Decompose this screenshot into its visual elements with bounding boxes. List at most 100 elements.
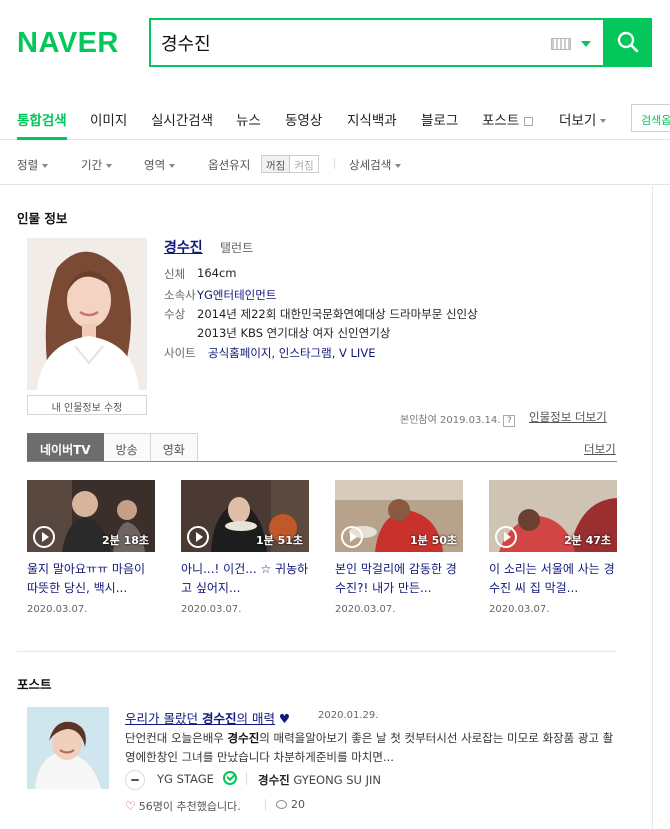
tab-post-label: 포스트 xyxy=(482,113,520,129)
video-date: 2020.03.07. xyxy=(181,604,242,615)
naver-logo[interactable]: NAVER xyxy=(17,27,119,60)
video-title[interactable]: 이 소리는 서울에 사는 경수진 씨 집 막걸... xyxy=(489,560,617,598)
tab-more[interactable]: 더보기 xyxy=(559,109,607,129)
video-thumbnail[interactable]: 2분 18초 xyxy=(27,480,155,552)
search-input[interactable] xyxy=(161,29,541,57)
sort-option[interactable]: 정렬 xyxy=(17,157,49,173)
comment-icon xyxy=(276,800,287,809)
video-thumbnail[interactable]: 1분 51초 xyxy=(181,480,309,552)
series-name-bold: 경수진 xyxy=(258,773,290,787)
info-label: 소속사 xyxy=(164,288,196,302)
snippet-prefix: 단언컨대 오늘은배우 xyxy=(125,731,228,745)
post-title-link[interactable]: 우리가 몰랐던 경수진의 매력 ♥ xyxy=(125,708,290,727)
heart-icon: ♡ xyxy=(125,799,136,813)
post-title-name: 경수진 xyxy=(201,711,237,726)
tab-video[interactable]: 동영상 xyxy=(285,109,322,129)
info-value: 2014년 제22회 대한민국문화연예대상 드라마부문 신인상 xyxy=(197,307,478,321)
info-row-awards: 수상 2014년 제22회 대한민국문화연예대상 드라마부문 신인상 xyxy=(164,306,478,322)
info-row-sites: 사이트 공식홈페이지, 인스타그램, V LIVE xyxy=(164,345,375,361)
toggle-off[interactable]: 꺼짐 xyxy=(262,156,291,172)
post-thumbnail[interactable] xyxy=(27,707,109,789)
keyboard-icon[interactable] xyxy=(551,38,571,50)
divider xyxy=(334,158,335,169)
detail-search-option[interactable]: 상세검색 xyxy=(349,157,402,173)
tab-blog[interactable]: 블로그 xyxy=(421,109,458,129)
comment-count[interactable]: 20 xyxy=(276,798,305,811)
search-tabs: 통합검색 이미지 실시간검색 뉴스 동영상 지식백과 블로그 포스트 더보기 xyxy=(0,96,670,140)
search-icon xyxy=(617,31,639,53)
sort-label: 정렬 xyxy=(17,158,39,172)
chevron-down-icon xyxy=(395,163,402,168)
info-label: 사이트 xyxy=(164,346,196,360)
video-duration: 1분 51초 xyxy=(255,534,303,547)
video-thumbnail[interactable]: 2분 47초 xyxy=(489,480,617,552)
media-more-link[interactable]: 더보기 xyxy=(584,441,616,457)
video-title[interactable]: 울지 말아요ㅠㅠ 마음이 따뜻한 당신, 백시... xyxy=(27,560,155,598)
video-thumbnail[interactable]: 1분 50초 xyxy=(335,480,463,552)
video-card[interactable]: 2분 18초 울지 말아요ㅠㅠ 마음이 따뜻한 당신, 백시... 2020.0… xyxy=(27,480,155,615)
period-option[interactable]: 기간 xyxy=(81,157,113,173)
person-name-link[interactable]: 경수진 xyxy=(164,237,203,257)
person-info-more-link[interactable]: 인물정보 더보기 xyxy=(529,409,607,425)
play-icon xyxy=(341,526,363,548)
video-card[interactable]: 2분 47초 이 소리는 서울에 사는 경수진 씨 집 막걸... 2020.0… xyxy=(489,480,617,615)
info-label xyxy=(164,325,197,341)
post-title-prefix: 우리가 몰랐던 xyxy=(125,711,202,726)
tab-post[interactable]: 포스트 xyxy=(482,109,534,129)
help-icon[interactable]: ? xyxy=(503,415,516,427)
tab-images[interactable]: 이미지 xyxy=(90,109,127,129)
keep-options-label: 옵션유지 xyxy=(208,158,251,172)
play-icon xyxy=(187,526,209,548)
section-divider xyxy=(17,651,617,652)
info-value: 2013년 KBS 연기대상 여자 신인연기상 xyxy=(197,326,391,340)
author-avatar[interactable] xyxy=(125,770,145,790)
area-option[interactable]: 영역 xyxy=(144,157,176,173)
author-name[interactable]: YG STAGE xyxy=(157,772,214,786)
video-card[interactable]: 1분 50초 본인 막걸리에 감동한 경수진?! 내가 만든... 2020.0… xyxy=(335,480,463,615)
person-occupation: 탤런트 xyxy=(220,241,254,255)
divider xyxy=(265,799,266,811)
video-title[interactable]: 본인 막걸리에 감동한 경수진?! 내가 만든... xyxy=(335,560,463,598)
post-image xyxy=(27,707,109,789)
like-count[interactable]: ♡ 56명이 추천했습니다. xyxy=(125,798,241,814)
post-section-title: 포스트 xyxy=(17,677,52,692)
video-card[interactable]: 1분 51초 아니...! 이건... ☆ 귀농하고 싶어지... 2020.0… xyxy=(181,480,309,615)
search-box xyxy=(149,18,605,67)
search-button[interactable] xyxy=(604,18,652,67)
comments-text: 20 xyxy=(291,798,305,811)
keep-options-toggle[interactable]: 꺼짐 켜짐 xyxy=(261,155,319,173)
chevron-down-icon xyxy=(42,163,49,168)
search-options-button[interactable]: 검색옵 xyxy=(631,104,670,132)
likes-text: 56명이 추천했습니다. xyxy=(138,800,241,813)
tab-encyclopedia[interactable]: 지식백과 xyxy=(347,109,397,129)
video-title[interactable]: 아니...! 이건... ☆ 귀농하고 싶어지... xyxy=(181,560,309,598)
info-row-awards-2: 2013년 KBS 연기대상 여자 신인연기상 xyxy=(164,325,390,341)
agency-link[interactable]: YG엔터테인먼트 xyxy=(197,287,276,303)
video-date: 2020.03.07. xyxy=(489,604,550,615)
series-name-rest: GYEONG SU JIN xyxy=(289,773,382,787)
snippet-name: 경수진 xyxy=(227,731,260,745)
tab-navertv[interactable]: 네이버TV xyxy=(27,433,104,462)
area-label: 영역 xyxy=(144,158,166,172)
portrait-image xyxy=(27,238,147,390)
tab-integrated[interactable]: 통합검색 xyxy=(17,109,67,140)
post-series-name[interactable]: 경수진 GYEONG SU JIN xyxy=(258,772,381,788)
person-photo[interactable] xyxy=(27,238,147,390)
info-row-height: 신체 164cm xyxy=(164,266,236,282)
chevron-down-icon[interactable] xyxy=(581,41,591,47)
media-tabs: 네이버TV 방송 영화 xyxy=(27,433,198,462)
info-row-agency: 소속사 YG엔터테인먼트 xyxy=(164,287,276,303)
divider xyxy=(246,772,247,785)
edit-person-info-button[interactable]: 내 인물정보 수정 xyxy=(27,395,147,415)
chevron-down-icon xyxy=(169,163,176,168)
person-section-title: 인물 정보 xyxy=(17,211,68,226)
site-links[interactable]: 공식홈페이지, 인스타그램, V LIVE xyxy=(208,345,375,361)
toggle-on[interactable]: 켜짐 xyxy=(290,156,317,172)
tab-news[interactable]: 뉴스 xyxy=(236,109,261,129)
video-duration: 2분 47초 xyxy=(563,534,611,547)
tab-realtime[interactable]: 실시간검색 xyxy=(151,109,213,129)
tab-broadcast[interactable]: 방송 xyxy=(103,433,151,462)
tabs-underline xyxy=(27,461,617,462)
tab-movie[interactable]: 영화 xyxy=(150,433,198,462)
video-duration: 2분 18초 xyxy=(101,534,149,547)
